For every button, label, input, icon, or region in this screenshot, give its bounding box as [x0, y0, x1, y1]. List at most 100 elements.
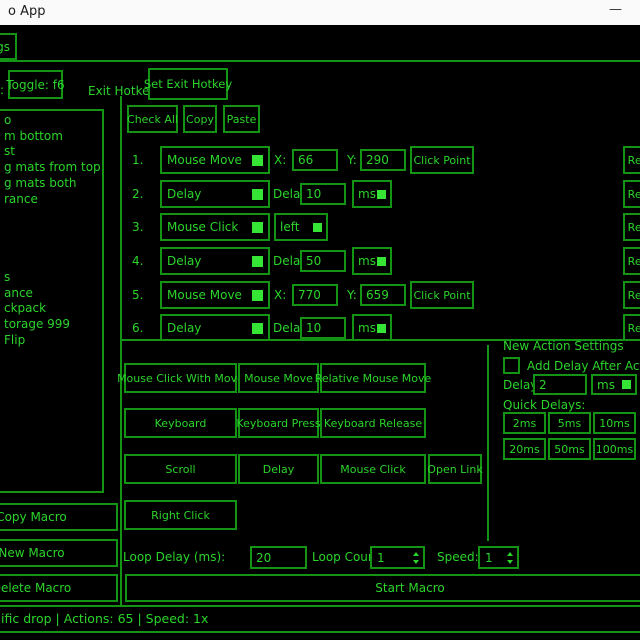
toggle-hotkey-button[interactable]: Toggle: f6 [8, 70, 63, 99]
settings-delay-unit-dropdown[interactable]: ms [591, 374, 637, 395]
delay-unit-dropdown[interactable]: ms [352, 180, 392, 208]
macro-list-item[interactable] [4, 254, 102, 270]
settings-divider [487, 345, 489, 541]
add-keyboard-release-button[interactable]: Keyboard Release [320, 408, 426, 438]
add-keyboard-button[interactable]: Keyboard [124, 408, 237, 438]
copy-macro-button[interactable]: Copy Macro [0, 503, 118, 531]
statusbar-bottom-border [0, 631, 640, 633]
action-row-number: 4. [132, 254, 154, 268]
remove-action-button[interactable]: Remove [623, 213, 640, 241]
quick-delay-50ms-button[interactable]: 50ms [548, 438, 591, 460]
paste-button[interactable]: Paste [223, 105, 260, 133]
delay-unit-dropdown[interactable]: ms [352, 247, 392, 275]
quick-delay-20ms-button[interactable]: 20ms [503, 438, 546, 460]
delay-input[interactable] [300, 250, 346, 272]
dropdown-indicator-icon [377, 190, 386, 199]
macro-list-item[interactable]: ance [4, 286, 102, 302]
x-input[interactable] [292, 149, 338, 171]
loop-delay-input[interactable] [250, 546, 307, 569]
action-type-dropdown[interactable]: Delay [160, 314, 270, 341]
add-relative-mouse-move-button[interactable]: Relative Mouse Move [320, 363, 426, 393]
add-open-link-button[interactable]: Open Link [428, 454, 482, 484]
add-mouse-move-button[interactable]: Mouse Move [238, 363, 319, 393]
click-point-button[interactable]: Click Point [410, 146, 474, 174]
titlebar: o App — [0, 0, 640, 25]
click-point-button[interactable]: Click Point [410, 281, 474, 309]
macro-list-item[interactable]: ckpack [4, 301, 102, 317]
spinner-arrows-icon[interactable] [413, 548, 419, 567]
x-label: X: [274, 153, 286, 167]
y-label: Y: [347, 153, 357, 167]
macro-list-item[interactable] [4, 207, 102, 223]
macro-list-item[interactable]: st [4, 144, 102, 160]
hotkey-label-fragment: : [0, 83, 4, 97]
delete-macro-button[interactable]: Delete Macro [0, 574, 118, 602]
remove-action-button[interactable]: Remove [623, 314, 640, 341]
action-type-value: Mouse Move [167, 153, 242, 167]
add-mouse-click-button[interactable]: Mouse Click [320, 454, 426, 484]
macro-list-item[interactable]: rance [4, 192, 102, 208]
add-delay-button[interactable]: Delay [238, 454, 319, 484]
remove-action-button[interactable]: Remove [623, 146, 640, 174]
macro-list-item[interactable]: Flip [4, 333, 102, 349]
action-type-dropdown[interactable]: Delay [160, 180, 270, 208]
action-row-number: 3. [132, 220, 154, 234]
quick-delay-5ms-button[interactable]: 5ms [548, 412, 591, 434]
tab-label: gs [0, 40, 10, 54]
y-input[interactable] [360, 284, 406, 306]
loop-count-value: 1 [377, 551, 385, 565]
window-title: o App [8, 4, 45, 19]
macro-list-item[interactable]: m bottom [4, 129, 102, 145]
loop-count-stepper[interactable]: 1 [370, 546, 425, 569]
action-type-dropdown[interactable]: Mouse Move [160, 146, 270, 174]
dropdown-indicator-icon [377, 324, 386, 333]
y-input[interactable] [360, 149, 406, 171]
macro-list-item[interactable]: torage 999 [4, 317, 102, 333]
mouse-button-dropdown[interactable]: left [274, 213, 328, 241]
dropdown-indicator-icon [313, 223, 322, 232]
quick-delay-2ms-button[interactable]: 2ms [503, 412, 546, 434]
settings-delay-input[interactable] [533, 374, 587, 395]
check-all-button[interactable]: Check All [127, 105, 178, 133]
new-macro-button[interactable]: New Macro [0, 539, 118, 567]
spinner-arrows-icon[interactable] [507, 548, 513, 567]
remove-action-button[interactable]: Remove [623, 180, 640, 208]
dropdown-indicator-icon [252, 256, 263, 267]
delay-input[interactable] [300, 317, 346, 339]
add-scroll-button[interactable]: Scroll [124, 454, 237, 484]
action-type-value: Mouse Move [167, 288, 242, 302]
delay-unit-value: ms [358, 254, 376, 268]
dropdown-indicator-icon [252, 155, 263, 166]
minimize-icon[interactable]: — [609, 2, 622, 17]
x-input[interactable] [292, 284, 338, 306]
macro-list-item[interactable]: g mats both [4, 176, 102, 192]
delay-unit-dropdown[interactable]: ms [352, 314, 392, 341]
speed-stepper[interactable]: 1 [478, 546, 519, 569]
macro-list-item[interactable] [4, 239, 102, 255]
copy-button[interactable]: Copy [183, 105, 217, 133]
action-type-dropdown[interactable]: Mouse Click [160, 213, 270, 241]
delay-unit-value: ms [358, 187, 376, 201]
y-label: Y: [347, 288, 357, 302]
tab-settings[interactable]: gs [0, 33, 17, 60]
macro-list-item[interactable]: o [4, 113, 102, 129]
macro-listbox[interactable]: o m bottom st g mats from top g mats bot… [0, 109, 104, 493]
macro-list-item[interactable]: s [4, 270, 102, 286]
add-delay-checkbox[interactable] [503, 357, 520, 374]
dropdown-indicator-icon [622, 380, 631, 389]
add-keyboard-press-button[interactable]: Keyboard Press [238, 408, 319, 438]
statusbar-top-border [0, 605, 640, 607]
remove-action-button[interactable]: Remove [623, 281, 640, 309]
quick-delay-10ms-button[interactable]: 10ms [593, 412, 636, 434]
action-type-dropdown[interactable]: Delay [160, 247, 270, 275]
add-delay-checkbox-label: Add Delay After Action [527, 359, 640, 373]
start-macro-button[interactable]: Start Macro [125, 574, 640, 602]
delay-input[interactable] [300, 183, 346, 205]
remove-action-button[interactable]: Remove [623, 247, 640, 275]
macro-list-item[interactable]: g mats from top [4, 160, 102, 176]
add-right-click-button[interactable]: Right Click [124, 500, 237, 530]
macro-list-item[interactable] [4, 223, 102, 239]
add-mouse-click-with-move-button[interactable]: Mouse Click With Move [124, 363, 237, 393]
quick-delay-100ms-button[interactable]: 100ms [593, 438, 636, 460]
action-type-dropdown[interactable]: Mouse Move [160, 281, 270, 309]
